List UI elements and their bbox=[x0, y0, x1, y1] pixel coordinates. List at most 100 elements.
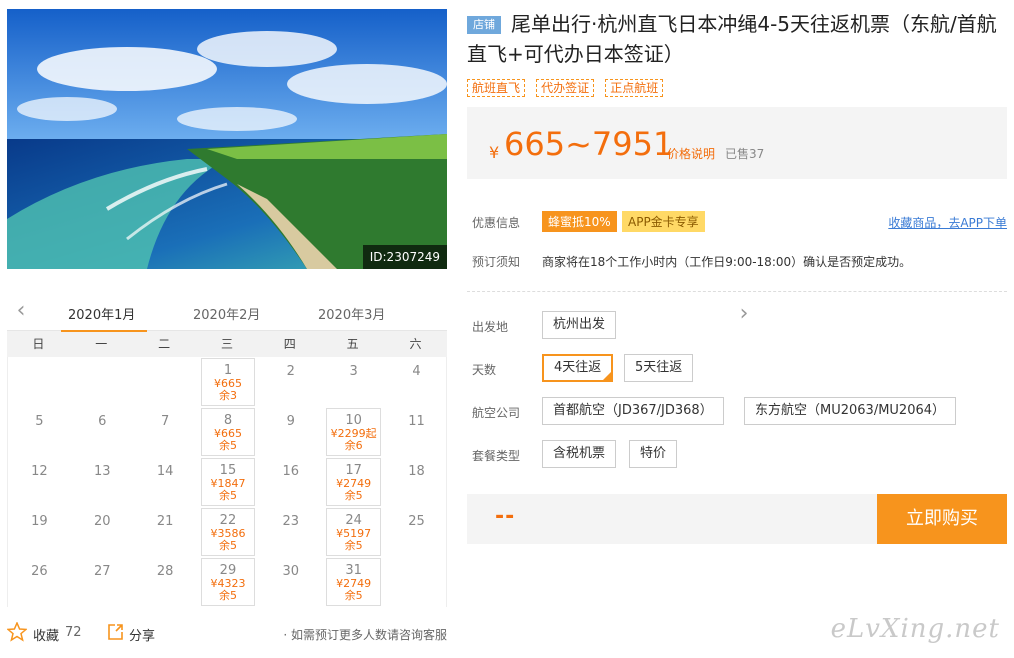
price-explanation-link[interactable]: 价格说明 bbox=[667, 145, 715, 162]
day-number: 1 bbox=[223, 363, 233, 378]
feature-tag: 正点航班 bbox=[605, 79, 664, 97]
calendar-day: 4 bbox=[385, 357, 448, 407]
day-number: 29 bbox=[219, 563, 237, 578]
day-number: 16 bbox=[282, 464, 300, 479]
promo-badge-honey: 蜂蜜抵10% bbox=[542, 211, 617, 232]
package-option-special[interactable]: 特价 bbox=[629, 440, 678, 468]
calendar-day-available[interactable]: 31 ¥2749 余5 bbox=[326, 558, 382, 606]
calendar-day: 6 bbox=[71, 407, 134, 457]
calendar-day: 30 bbox=[259, 557, 322, 607]
image-id-label: ID:2307249 bbox=[362, 245, 447, 269]
day-number: 31 bbox=[345, 563, 362, 578]
calendar-day: 2 bbox=[259, 357, 322, 407]
day-stock: 余5 bbox=[344, 589, 363, 602]
shop-badge: 店铺 bbox=[467, 16, 501, 34]
active-month-indicator bbox=[61, 330, 147, 332]
calendar-day-available[interactable]: 10 ¥2299起 余6 bbox=[326, 408, 382, 456]
weekday-label: 六 bbox=[409, 337, 422, 351]
feature-tag: 代办签证 bbox=[536, 79, 595, 97]
price-range: 665~7951 bbox=[504, 125, 674, 163]
calendar-day: 14 bbox=[134, 457, 197, 507]
calendar-day-available[interactable]: 22 ¥3586 余5 bbox=[200, 508, 256, 556]
calendar-day-available[interactable]: 29 ¥4323 余5 bbox=[200, 558, 256, 606]
departure-label: 出发地 bbox=[472, 320, 509, 334]
calendar-day: 19 bbox=[8, 507, 71, 557]
weekday-label: 一 bbox=[95, 337, 108, 351]
star-icon[interactable] bbox=[6, 621, 28, 646]
day-number: 5 bbox=[35, 414, 44, 429]
calendar-day bbox=[385, 557, 448, 607]
calendar-day: 16 bbox=[259, 457, 322, 507]
calendar-day-available[interactable]: 17 ¥2749 余5 bbox=[326, 458, 382, 506]
calendar-day: 25 bbox=[385, 507, 448, 557]
tab-month-3[interactable]: 2020年3月 bbox=[318, 304, 385, 323]
day-stock: 余5 bbox=[344, 539, 363, 552]
day-number: 28 bbox=[156, 564, 174, 579]
buy-now-button[interactable]: 立即购买 bbox=[877, 494, 1007, 544]
product-detail: 店铺 尾单出行·杭州直飞日本冲绳4-5天往返机票（东航/首航直飞+可代办日本签证）… bbox=[467, 9, 1007, 544]
product-title-row: 店铺 尾单出行·杭州直飞日本冲绳4-5天往返机票（东航/首航直飞+可代办日本签证） bbox=[467, 9, 1007, 69]
day-number: 20 bbox=[93, 514, 111, 529]
favorite-label[interactable]: 收藏 bbox=[33, 625, 59, 644]
calendar-day: 20 bbox=[71, 507, 134, 557]
day-number: 6 bbox=[98, 414, 107, 429]
calendar-day-available[interactable]: 15 ¥1847 余5 bbox=[200, 458, 256, 506]
day-stock: 余5 bbox=[218, 489, 237, 502]
group-booking-tip: · 如需预订更多人数请咨询客服 bbox=[283, 628, 447, 642]
days-option-5[interactable]: 5天往返 bbox=[624, 354, 694, 382]
package-option-taxed[interactable]: 含税机票 bbox=[542, 440, 617, 468]
calendar-day: 26 bbox=[8, 557, 71, 607]
calendar-grid: 1 ¥665 余3 2 3 4 5 6 7 8 ¥665 余5 9 10 ¥2299起 余6 11 12 13 14 1… bbox=[7, 357, 447, 607]
calendar-day-available[interactable]: 8 ¥665 余5 bbox=[200, 408, 256, 456]
calendar-day bbox=[8, 357, 71, 407]
sold-count: 已售37 bbox=[725, 147, 765, 161]
calendar-day: 9 bbox=[259, 407, 322, 457]
day-number: 12 bbox=[31, 464, 48, 479]
calendar-day-available[interactable]: 1 ¥665 余3 bbox=[200, 358, 256, 406]
tab-month-1[interactable]: 2020年1月 bbox=[68, 304, 135, 323]
day-number: 9 bbox=[286, 414, 295, 429]
days-label: 天数 bbox=[472, 363, 497, 377]
day-number: 13 bbox=[93, 464, 111, 479]
calendar-day: 21 bbox=[134, 507, 197, 557]
prev-month-icon[interactable]: ‹ bbox=[11, 300, 31, 322]
day-number: 27 bbox=[93, 564, 111, 579]
day-number: 7 bbox=[160, 414, 170, 429]
product-title: 尾单出行·杭州直飞日本冲绳4-5天往返机票（东航/首航直飞+可代办日本签证） bbox=[467, 12, 997, 66]
day-stock: 余5 bbox=[218, 539, 237, 552]
day-number: 23 bbox=[282, 514, 300, 529]
day-number: 24 bbox=[345, 513, 362, 528]
promo-badge-app: APP金卡专享 bbox=[622, 211, 705, 232]
feature-tags: 航班直飞 代办签证 正点航班 bbox=[467, 77, 1007, 97]
share-icon[interactable] bbox=[105, 622, 125, 646]
share-label[interactable]: 分享 bbox=[129, 625, 155, 644]
calendar-footer: 收藏 72 分享 · 如需预订更多人数请咨询客服 bbox=[6, 621, 447, 646]
day-number: 22 bbox=[219, 513, 237, 528]
weekday-label: 四 bbox=[283, 337, 296, 351]
calendar-day: 13 bbox=[71, 457, 134, 507]
product-photo: ID:2307249 bbox=[7, 9, 447, 269]
day-number: 26 bbox=[31, 564, 48, 579]
day-number: 15 bbox=[219, 463, 237, 478]
app-order-link[interactable]: 收藏商品，去APP下单 bbox=[888, 214, 1007, 231]
calendar-day: 27 bbox=[71, 557, 134, 607]
tab-month-2[interactable]: 2020年2月 bbox=[193, 304, 260, 323]
day-number: 17 bbox=[345, 463, 362, 478]
package-label: 套餐类型 bbox=[472, 449, 521, 463]
days-option-4[interactable]: 4天往返 bbox=[542, 354, 614, 382]
weekday-label: 日 bbox=[32, 337, 45, 351]
day-number: 8 bbox=[223, 413, 233, 428]
calendar-day: 11 bbox=[385, 407, 448, 457]
feature-tag: 航班直飞 bbox=[467, 79, 526, 97]
departure-option[interactable]: 杭州出发 bbox=[542, 311, 617, 339]
day-stock: 余6 bbox=[344, 439, 363, 452]
calendar-day: 12 bbox=[8, 457, 71, 507]
airline-option-eastern[interactable]: 东方航空（MU2063/MU2064） bbox=[744, 397, 957, 425]
calendar-day: 7 bbox=[134, 407, 197, 457]
calendar-day-available[interactable]: 24 ¥5197 余5 bbox=[326, 508, 382, 556]
airline-option-capital[interactable]: 首都航空（JD367/JD368） bbox=[542, 397, 724, 425]
calendar-day: 23 bbox=[259, 507, 322, 557]
day-stock: 余3 bbox=[218, 389, 237, 402]
total-price-placeholder: -- bbox=[495, 504, 516, 529]
notice-label: 预订须知 bbox=[472, 255, 521, 269]
